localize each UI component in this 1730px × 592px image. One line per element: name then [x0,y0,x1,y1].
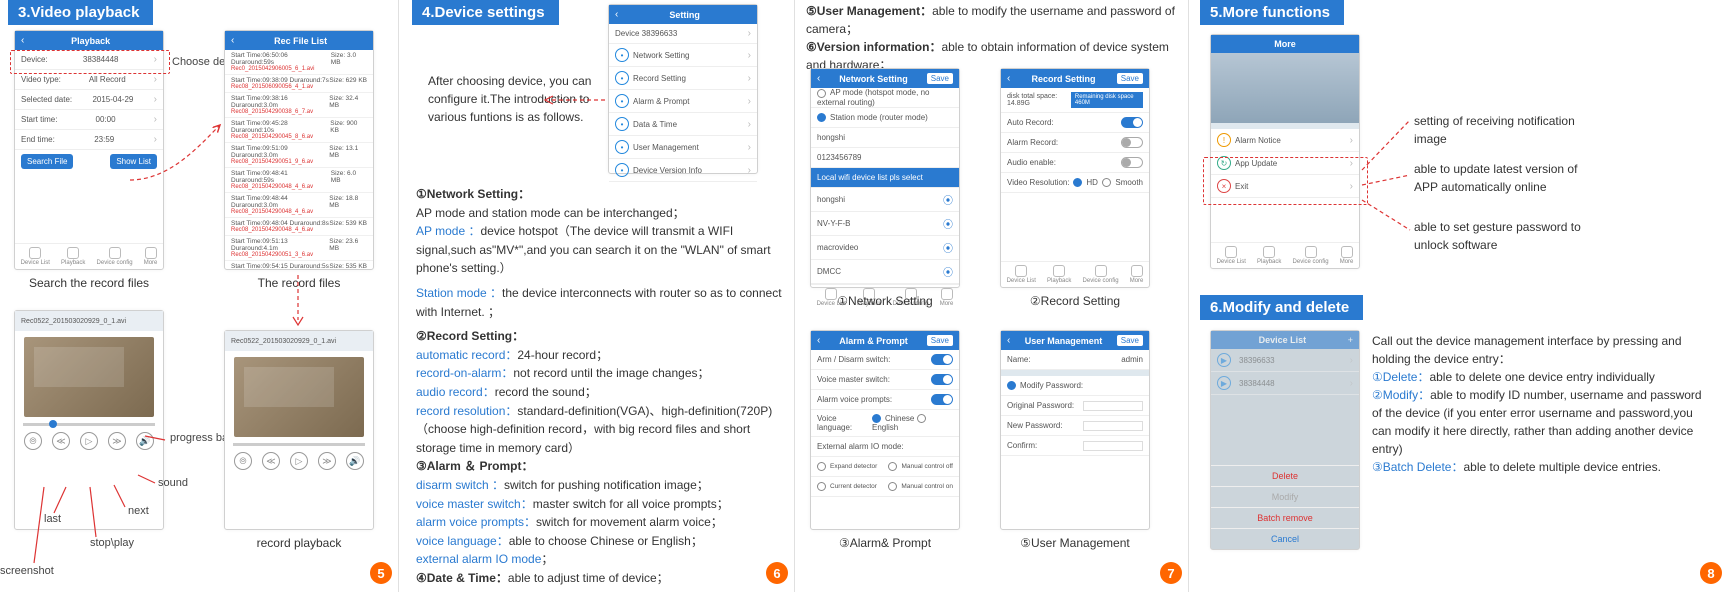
network-phone: ‹Network SettingSave AP mode (hotspot mo… [810,68,960,288]
rec-row[interactable]: Start Time:09:48:04 Duraround:8sRec08_20… [225,218,373,236]
rec-row[interactable]: Start Time:09:51:09 Duraround:3.0mRec08_… [225,143,373,168]
show-list-button[interactable]: Show List [110,154,157,169]
alarm-phone: ‹Alarm & PromptSave Arm / Disarm switch:… [810,330,960,530]
wifi-row[interactable]: macrovideo⦿ [811,236,959,260]
rec-row[interactable]: Start Time:09:54:15 Duraround:5sRec08_20… [225,261,373,269]
play-icon: ▶ [1217,376,1231,390]
menu-delete[interactable]: Delete [1211,465,1359,486]
rec-row[interactable]: Start Time:09:48:41 Duraround:59sRec08_2… [225,168,373,193]
menu-batch[interactable]: Batch remove [1211,507,1359,528]
menu-modify[interactable]: Modify [1211,486,1359,507]
bell-icon: ! [1217,133,1231,147]
rec-row[interactable]: Start Time:09:51:13 Duraround:4.1mRec08_… [225,236,373,261]
menu-cancel[interactable]: Cancel [1211,528,1359,549]
save-button[interactable]: Save [927,73,953,84]
alarm-notice-row[interactable]: !Alarm Notice› [1211,129,1359,152]
wifi-row[interactable]: hongshi⦿ [811,188,959,212]
wifi-row[interactable]: DMCC⦿ [811,260,959,284]
highlight-device-row [10,50,170,74]
player-phone-2: Rec0522_201503020929_0_1.avi ⦾≪▷≫🔊 [224,330,374,530]
section-3-header: 3.Video playback [8,0,153,25]
wifi-row[interactable]: NV-Y-F-B⦿ [811,212,959,236]
search-file-button[interactable]: Search File [21,154,73,169]
next-icon[interactable]: ≫ [108,432,126,450]
rec-row[interactable]: Start Time:09:45:28 Duraround:10sRec08_2… [225,118,373,143]
play-icon: ▶ [1217,353,1231,367]
rec-row[interactable]: Start Time:06:50:06 Duraround:59sRec0_20… [225,50,373,75]
settings-row[interactable]: •Device Version Info› [609,159,757,182]
more-phone: More !Alarm Notice› ↻App Update› ×Exit› … [1210,34,1360,269]
settings-row[interactable]: •Alarm & Prompt› [609,90,757,113]
prev-icon[interactable]: ≪ [52,432,70,450]
sound-icon[interactable]: 🔊 [136,432,154,450]
play-icon[interactable]: ▷ [80,432,98,450]
player-phone: Rec0522_201503020929_0_1.avi ⦾ ≪ ▷ ≫ 🔊 [14,310,164,530]
section-5-header: 5.More functions [1200,0,1344,25]
page-5-badge: 5 [370,562,392,584]
video-thumb [24,337,154,417]
usermgmt-phone: ‹User ManagementSave Name:admin Modify P… [1000,330,1150,530]
rec-row[interactable]: Start Time:09:48:44 Duraround:3.0mRec08_… [225,193,373,218]
intro-text: After choosing device, you can configure… [428,72,598,126]
record-phone: ‹Record SettingSave disk total space: 14… [1000,68,1150,288]
settings-row[interactable]: •Network Setting› [609,44,757,67]
playback-caption: Search the record files [14,276,164,290]
settings-phone: ‹Setting Device 38396633› •Network Setti… [608,4,758,174]
settings-row[interactable]: •User Management› [609,136,757,159]
section-4-header: 4.Device settings [412,0,559,25]
reclist-phone: ‹Rec File List Start Time:06:50:06 Durar… [224,30,374,270]
section-6-header: 6.Modify and delete [1200,295,1363,320]
settings-row[interactable]: •Data & Time› [609,113,757,136]
settings-row[interactable]: •Record Setting› [609,67,757,90]
rec-row[interactable]: Start Time:09:38:09 Duraround:7sRec08_20… [225,75,373,93]
screenshot-icon[interactable]: ⦾ [24,432,42,450]
devlist-phone: Device List+ ▶38396633› ▶38384448› Delet… [1210,330,1360,550]
rec-row[interactable]: Start Time:09:38:16 Duraround:3.0mRec08_… [225,93,373,118]
